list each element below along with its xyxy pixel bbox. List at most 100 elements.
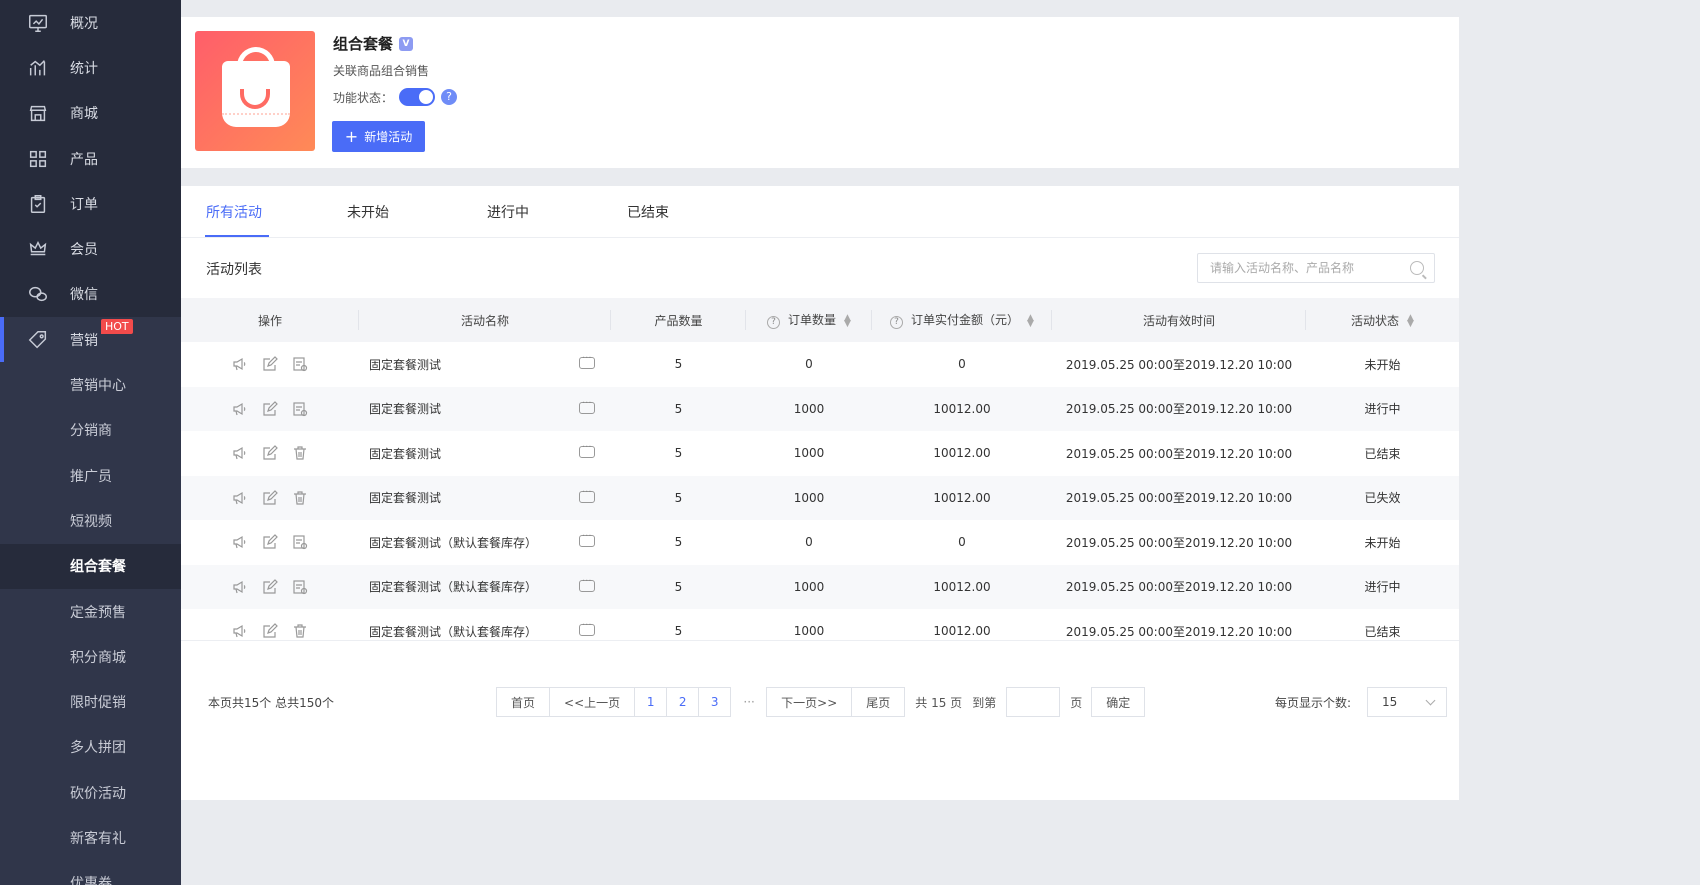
copy-icon[interactable] — [292, 579, 308, 595]
sidebar-subitem-4[interactable]: 组合套餐 — [0, 543, 181, 589]
trash-icon[interactable] — [292, 623, 308, 639]
edit-icon[interactable] — [262, 489, 278, 506]
more-icon[interactable] — [579, 442, 595, 458]
search-input[interactable] — [1210, 261, 1400, 275]
feature-subtitle: 关联商品组合销售 — [333, 64, 430, 78]
sidebar-item-label: 产品 — [70, 151, 98, 168]
table-row: 固定套餐测试（默认套餐库存） 5 1000 10012.00 2019.05.25 00… — [181, 564, 1459, 609]
help-icon[interactable]: ? — [441, 89, 458, 105]
sidebar-subitem-10[interactable]: 新客有礼 — [0, 815, 181, 861]
col-header-order-qty[interactable]: ? 订单数量 ▲ ▼ — [746, 298, 872, 342]
sort-icon[interactable]: ▲ ▼ — [1027, 313, 1034, 328]
activity-status: 未开始 — [1364, 357, 1401, 372]
per-page-select[interactable]: 15 — [1367, 687, 1447, 717]
sidebar-item-4[interactable]: 订单 — [0, 181, 181, 226]
page-number-1[interactable]: 1 — [634, 687, 668, 717]
edit-icon[interactable] — [262, 400, 278, 417]
trash-icon[interactable] — [292, 445, 308, 461]
first-page-button[interactable]: 首页 — [496, 687, 551, 717]
col-header-status[interactable]: 活动状态 ▲ ▼ — [1306, 298, 1459, 342]
sidebar-subitem-2[interactable]: 推广员 — [0, 452, 181, 499]
more-icon[interactable] — [579, 398, 595, 414]
megaphone-icon[interactable] — [232, 356, 248, 372]
sidebar-subitem-9[interactable]: 砍价活动 — [0, 770, 181, 816]
megaphone-icon[interactable] — [232, 623, 248, 639]
order-qty: 0 — [805, 357, 813, 372]
megaphone-icon[interactable] — [232, 401, 248, 417]
combo-package-logo — [195, 31, 315, 151]
goto-page-input[interactable] — [1006, 687, 1061, 717]
prev-page-button[interactable]: <<上一页 — [549, 687, 636, 717]
tab-all[interactable]: 所有活动 — [206, 202, 262, 222]
active-tab-indicator — [205, 235, 269, 237]
copy-icon[interactable] — [292, 534, 308, 550]
paid-amount: 10012.00 — [933, 490, 991, 505]
sidebar-subitem-11[interactable]: 优惠券 — [0, 860, 181, 885]
next-page-button[interactable]: 下一页>> — [766, 687, 853, 717]
edit-icon[interactable] — [262, 356, 278, 372]
activity-status: 已结束 — [1364, 624, 1401, 639]
sidebar-item-1[interactable]: 统计 — [0, 45, 181, 90]
megaphone-icon[interactable] — [232, 534, 248, 550]
search-icon[interactable] — [1410, 261, 1424, 275]
valid-period: 2019.05.25 00:00至2019.12.20 10:00 — [1065, 535, 1293, 550]
sidebar-subitem-7[interactable]: 限时促销 — [0, 679, 181, 725]
trash-icon[interactable] — [292, 490, 308, 506]
goto-confirm-button[interactable]: 确定 — [1091, 687, 1146, 717]
copy-icon[interactable] — [292, 356, 308, 372]
more-icon[interactable] — [579, 576, 595, 592]
sidebar-item-2[interactable]: 商城 — [0, 91, 181, 136]
last-page-button[interactable]: 尾页 — [851, 687, 906, 717]
total-pages: 共 15 页 — [915, 695, 963, 710]
chevron-down-icon — [1425, 695, 1436, 706]
more-icon[interactable] — [579, 531, 595, 547]
sidebar-subitem-5[interactable]: 定金预售 — [0, 588, 181, 635]
megaphone-icon[interactable] — [232, 445, 248, 461]
sidebar-subitem-6[interactable]: 积分商城 — [0, 634, 181, 680]
megaphone-icon[interactable] — [232, 490, 248, 506]
order-qty: 1000 — [793, 579, 825, 594]
sidebar-subitem-8[interactable]: 多人拼团 — [0, 724, 181, 771]
more-icon[interactable] — [579, 620, 595, 636]
edit-icon[interactable] — [262, 623, 278, 639]
more-icon[interactable] — [579, 353, 595, 369]
edit-icon[interactable] — [262, 578, 278, 595]
sidebar-item-5[interactable]: 会员 — [0, 226, 181, 271]
sidebar-item-7[interactable]: 营销 HOT — [0, 317, 181, 363]
copy-icon[interactable] — [292, 401, 308, 417]
activity-name: 固定套餐测试 — [359, 387, 611, 432]
tab-in-progress[interactable]: 进行中 — [487, 202, 529, 222]
page-number-2[interactable]: 2 — [666, 687, 700, 717]
sidebar-item-3[interactable]: 产品 — [0, 136, 181, 181]
valid-period: 2019.05.25 00:00至2019.12.20 10:00 — [1065, 446, 1293, 461]
sidebar-item-label: 商城 — [70, 106, 98, 123]
add-activity-button[interactable]: + 新增活动 — [332, 121, 425, 152]
more-icon[interactable] — [579, 487, 595, 503]
sort-icon[interactable]: ▲ ▼ — [1407, 314, 1414, 329]
activity-table: 操作 活动名称 产品数量 ? 订单数量 ▲ ▼ ? 订单实付金额（元） ▲ ▼ 活动有效时间… — [181, 298, 1459, 654]
activity-status: 已结束 — [1364, 446, 1401, 461]
sidebar-subitem-1[interactable]: 分销商 — [0, 407, 181, 453]
sidebar-subitem-3[interactable]: 短视频 — [0, 498, 181, 544]
tab-not-started[interactable]: 未开始 — [347, 202, 389, 222]
table-header-row: 操作 活动名称 产品数量 ? 订单数量 ▲ ▼ ? 订单实付金额（元） ▲ ▼ 活动有效时间… — [181, 298, 1459, 342]
col-header-paid-amount[interactable]: ? 订单实付金额（元） ▲ ▼ — [872, 298, 1052, 342]
valid-period: 2019.05.25 00:00至2019.12.20 10:00 — [1065, 357, 1293, 372]
help-icon[interactable]: ? — [767, 316, 781, 329]
megaphone-icon[interactable] — [232, 579, 248, 595]
sidebar-subitem-0[interactable]: 营销中心 — [0, 362, 181, 408]
help-icon[interactable]: ? — [890, 316, 904, 329]
table-row: 固定套餐测试（默认套餐库存） 5 0 0 2019.05.25 00:00至2019.1… — [181, 520, 1459, 565]
edit-icon[interactable] — [262, 445, 278, 461]
page-number-3[interactable]: 3 — [698, 687, 732, 717]
feature-title: 组合套餐 V — [333, 33, 414, 54]
sidebar-item-0[interactable]: 概况 — [0, 0, 181, 45]
feature-status-toggle[interactable] — [399, 88, 436, 106]
valid-period: 2019.05.25 00:00至2019.12.20 10:00 — [1065, 580, 1293, 595]
page-unit: 页 — [1070, 695, 1083, 710]
goto-label: 到第 — [972, 695, 997, 710]
edit-icon[interactable] — [262, 534, 278, 550]
sort-icon[interactable]: ▲ ▼ — [844, 313, 851, 328]
tab-ended[interactable]: 已结束 — [627, 202, 669, 222]
sidebar-item-6[interactable]: 微信 — [0, 272, 181, 317]
